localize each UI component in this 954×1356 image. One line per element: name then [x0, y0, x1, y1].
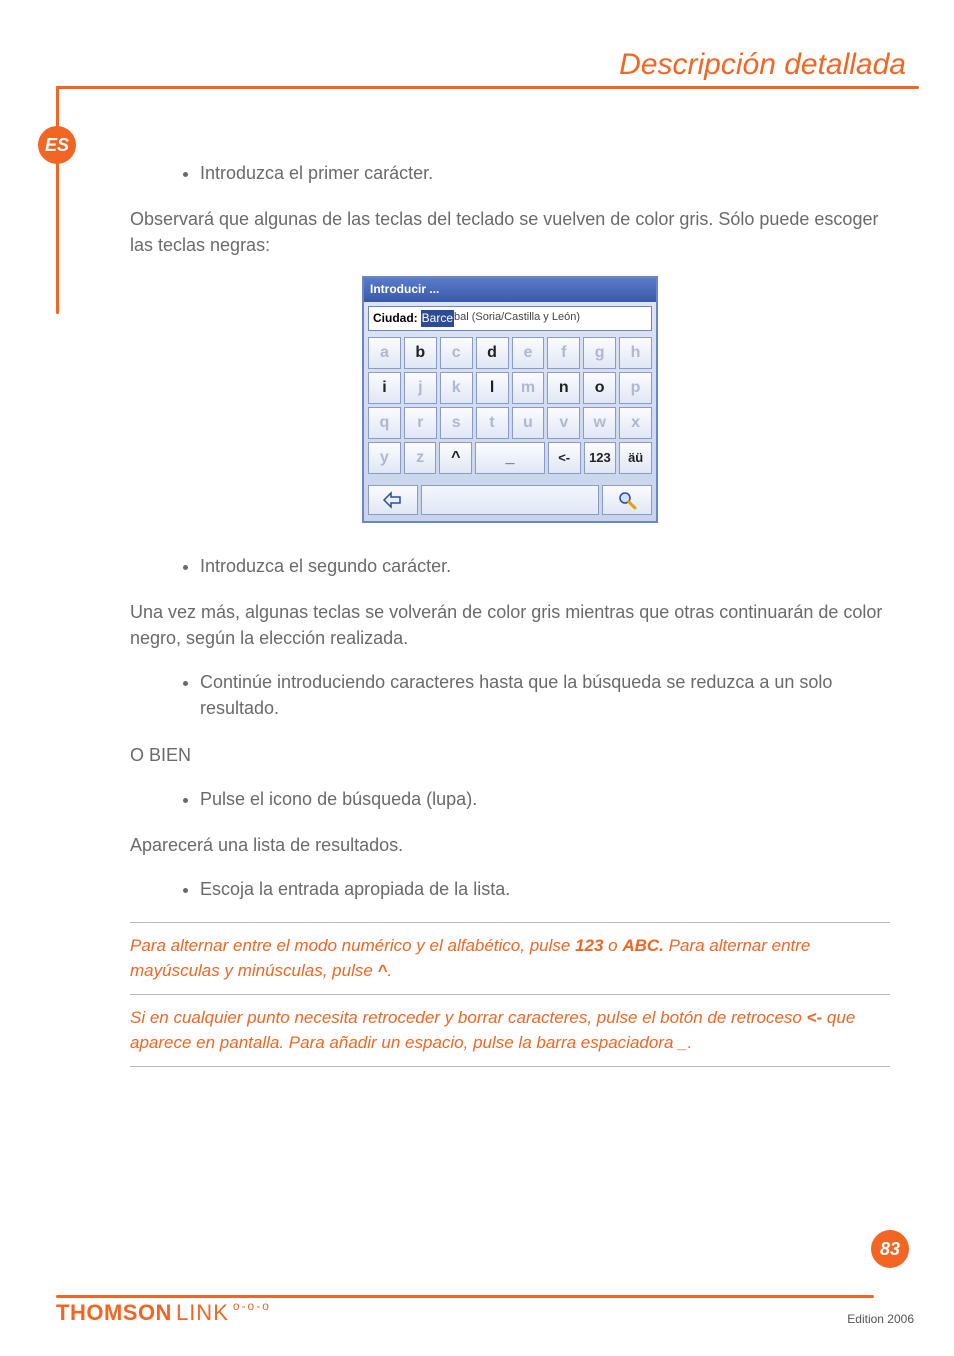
para-again-grey: Una vez más, algunas teclas se volverán …: [130, 599, 890, 651]
or-label: O BIEN: [130, 742, 890, 768]
para-results-list: Aparecerá una lista de resultados.: [130, 832, 890, 858]
key-shift[interactable]: ^: [439, 442, 472, 474]
bullet-search-icon: Pulse el icono de búsqueda (lupa).: [200, 786, 890, 812]
back-arrow-icon: [382, 491, 404, 509]
field-selected-text: Barce: [421, 310, 454, 327]
key-f: f: [547, 337, 580, 369]
bullet-second-char: Introduzca el segundo carácter.: [200, 553, 890, 579]
edition-label: Edition 2006: [847, 1312, 914, 1326]
tip-numeric-alpha: Para alternar entre el modo numérico y e…: [130, 923, 890, 995]
logo-brand: THOMSON: [56, 1300, 172, 1326]
bullet-continue: Continúe introduciendo caracteres hasta …: [200, 669, 890, 721]
keyboard-keys: abcdefgh ijklmnop qrstuvwx yz^_<-123äü: [364, 335, 656, 483]
key-c: c: [440, 337, 473, 369]
key-y: y: [368, 442, 401, 474]
keyboard-title: Introducir ...: [364, 278, 656, 301]
key-w: w: [583, 407, 616, 439]
footer-logo: THOMSON LINK o-o-o: [56, 1300, 271, 1326]
key-x: x: [619, 407, 652, 439]
field-label: Ciudad:: [373, 310, 418, 327]
key-a: a: [368, 337, 401, 369]
page-number-badge: 83: [871, 1230, 909, 1268]
key-g: g: [583, 337, 616, 369]
search-button[interactable]: [602, 485, 652, 515]
back-button[interactable]: [368, 485, 418, 515]
key-p: p: [619, 372, 652, 404]
magnifier-icon: [617, 490, 637, 510]
key-i[interactable]: i: [368, 372, 401, 404]
key-j: j: [404, 372, 437, 404]
keyboard-search-field[interactable]: Ciudad: Barcebal (Soria/Castilla y León): [368, 306, 652, 331]
key-z: z: [404, 442, 437, 474]
key-n[interactable]: n: [547, 372, 580, 404]
key-k: k: [440, 372, 473, 404]
logo-ornament-icon: o-o-o: [233, 1299, 271, 1313]
para-grey-keys: Observará que algunas de las teclas del …: [130, 206, 890, 258]
key-q: q: [368, 407, 401, 439]
keyboard-screenshot: Introducir ... Ciudad: Barcebal (Soria/C…: [362, 276, 658, 523]
page-header-title: Descripción detallada: [619, 48, 906, 82]
key-b[interactable]: b: [404, 337, 437, 369]
tip-backspace-space: Si en cualquier punto necesita retrocede…: [130, 995, 890, 1067]
bullet-intro-first-char: Introduzca el primer carácter.: [200, 160, 890, 186]
language-badge: ES: [38, 126, 76, 164]
key-l[interactable]: l: [476, 372, 509, 404]
header-rule: [56, 86, 919, 89]
footer-rule: [56, 1295, 874, 1298]
key-r: r: [404, 407, 437, 439]
logo-sub: LINK: [176, 1300, 229, 1326]
side-rule: [56, 86, 59, 314]
bullet-choose-entry: Escoja la entrada apropiada de la lista.: [200, 876, 890, 902]
key-accents[interactable]: äü: [619, 442, 652, 474]
key-numeric-mode[interactable]: 123: [584, 442, 617, 474]
key-backspace[interactable]: <-: [548, 442, 581, 474]
field-suggestion-text: bal (Soria/Castilla y León): [454, 310, 580, 326]
key-d[interactable]: d: [476, 337, 509, 369]
key-s: s: [440, 407, 473, 439]
key-h: h: [619, 337, 652, 369]
key-m: m: [512, 372, 545, 404]
key-e: e: [512, 337, 545, 369]
key-u: u: [512, 407, 545, 439]
content-area: Introduzca el primer carácter. Observará…: [130, 150, 890, 1067]
key-space[interactable]: _: [475, 442, 545, 474]
key-v: v: [547, 407, 580, 439]
key-t: t: [476, 407, 509, 439]
keyboard-bottom-spacer: [421, 485, 599, 515]
key-o[interactable]: o: [583, 372, 616, 404]
